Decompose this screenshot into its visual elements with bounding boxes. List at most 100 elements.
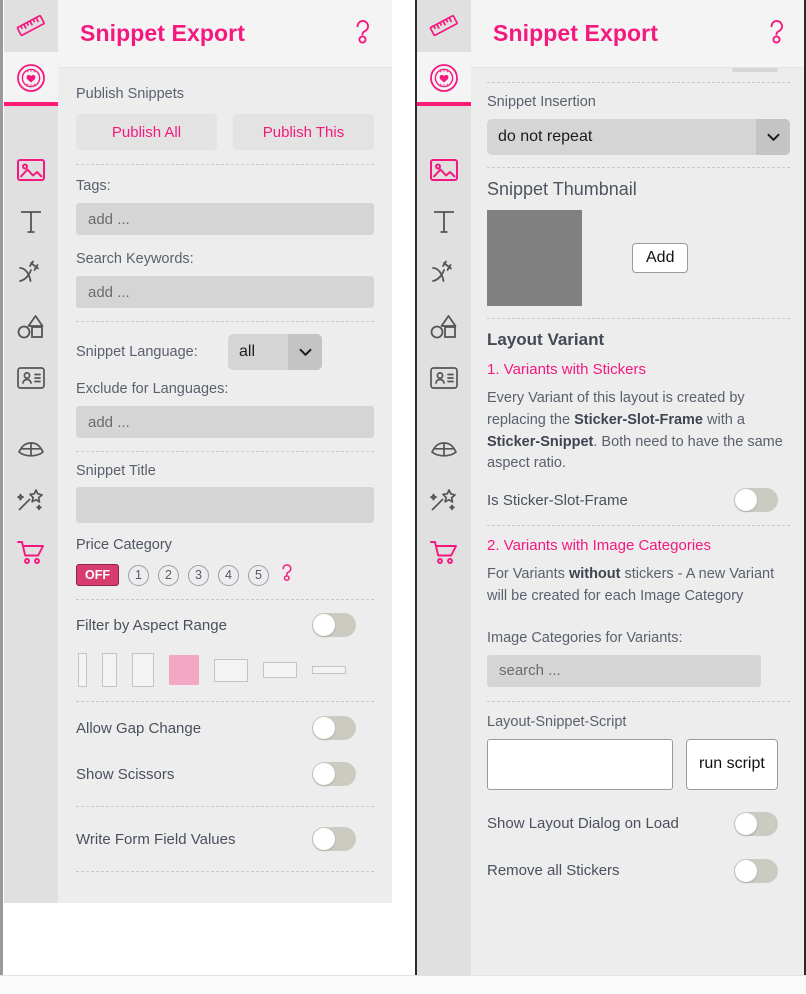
app-window: Snippet Export Publish Snippets Publish …: [0, 0, 806, 994]
tags-input[interactable]: [76, 203, 374, 235]
right-panel-header: Snippet Export: [471, 0, 806, 68]
price-category-2[interactable]: 2: [158, 564, 179, 586]
aspect-shape-picker: [76, 653, 374, 687]
price-category-3[interactable]: 3: [188, 564, 209, 586]
divider: [487, 700, 790, 702]
snippet-language-label: Snippet Language:: [76, 344, 198, 360]
is-sticker-slot-frame-toggle[interactable]: [734, 488, 778, 512]
sidebar-item-ruler-right[interactable]: [417, 0, 471, 52]
show-scissors-label: Show Scissors: [76, 765, 175, 783]
layout-snippet-script-textarea[interactable]: [487, 738, 673, 790]
sidebar-item-cart-right[interactable]: [417, 526, 471, 578]
snippet-insertion-select[interactable]: do not repeat: [487, 119, 790, 155]
sidebar-item-text-right[interactable]: [417, 196, 471, 248]
aspect-shape-2[interactable]: [102, 653, 117, 687]
sidebar-item-text[interactable]: [4, 196, 58, 248]
sidebar-item-ruler[interactable]: [4, 0, 58, 52]
publish-all-button[interactable]: Publish All: [76, 114, 217, 150]
run-script-button[interactable]: run script: [686, 738, 778, 790]
body-part-bold: without: [568, 566, 621, 582]
price-category-label: Price Category: [76, 537, 172, 553]
divider: [76, 806, 374, 807]
sidebar-left: [4, 0, 58, 903]
layout-variant-section1-heading: 1. Variants with Stickers: [487, 361, 646, 378]
thumbnail-preview[interactable]: [487, 210, 582, 306]
layout-variant-section2-heading: 2. Variants with Image Categories: [487, 537, 711, 554]
sidebar-item-contact[interactable]: [4, 352, 58, 404]
sidebar-item-cart[interactable]: [4, 526, 58, 578]
write-form-field-values-toggle[interactable]: [312, 827, 356, 851]
image-categories-search-input[interactable]: [487, 654, 761, 687]
sidebar-item-image[interactable]: [4, 144, 58, 196]
sidebar-item-image-right[interactable]: [417, 144, 471, 196]
snippet-title-input[interactable]: [76, 487, 374, 523]
scroll-indicator[interactable]: [732, 68, 778, 72]
aspect-shape-5[interactable]: [214, 658, 248, 682]
divider: [76, 321, 374, 322]
snippet-insertion-value: do not repeat: [498, 128, 593, 145]
aspect-shape-4[interactable]: [169, 655, 199, 685]
remove-all-stickers-toggle[interactable]: [734, 858, 778, 883]
publish-this-button[interactable]: Publish This: [233, 114, 374, 150]
sidebar-item-perspective[interactable]: [4, 422, 58, 474]
search-keywords-input[interactable]: [76, 276, 374, 308]
snippet-thumbnail-heading: Snippet Thumbnail: [487, 179, 637, 199]
aspect-shape-3[interactable]: [132, 653, 154, 687]
layout-variant-section2-body: For Variants without stickers - A new Va…: [487, 564, 790, 608]
page-title-right: Snippet Export: [493, 20, 658, 46]
divider: [76, 599, 374, 600]
left-panel-header: Snippet Export: [58, 0, 392, 68]
window-bottom-strip: [0, 975, 806, 994]
magic-wand-icon: [15, 485, 47, 515]
shapes-icon: [15, 311, 47, 341]
tags-label: Tags:: [76, 178, 111, 194]
divider: [76, 164, 374, 165]
sidebar-item-contact-right[interactable]: [417, 352, 471, 404]
aspect-shape-6[interactable]: [263, 662, 297, 678]
sidebar-item-magic-right[interactable]: [417, 474, 471, 526]
sidebar-item-favorites-right[interactable]: [417, 52, 471, 106]
price-category-5[interactable]: 5: [248, 564, 269, 586]
text-t-icon: [429, 207, 459, 237]
sidebar-item-favorites[interactable]: [4, 52, 58, 106]
pen-curve-icon: [16, 259, 46, 289]
aspect-shape-7[interactable]: [312, 666, 346, 674]
price-category-help-icon[interactable]: [280, 563, 295, 587]
show-scissors-toggle[interactable]: [312, 762, 356, 786]
snippet-title-label: Snippet Title: [76, 463, 156, 479]
layout-variant-heading: Layout Variant: [487, 330, 605, 349]
divider: [76, 451, 374, 452]
snippet-export-panel-right: Snippet Export Snippet Insertion do not …: [415, 0, 806, 982]
price-category-off-chip[interactable]: OFF: [76, 564, 119, 586]
sidebar-item-shapes-right[interactable]: [417, 300, 471, 352]
filter-aspect-range-label: Filter by Aspect Range: [76, 616, 227, 634]
ruler-icon: [15, 10, 47, 42]
sidebar-item-pen[interactable]: [4, 248, 58, 300]
add-thumbnail-button[interactable]: Add: [632, 243, 689, 273]
help-icon[interactable]: [353, 18, 374, 50]
snippet-language-select[interactable]: all: [228, 334, 322, 370]
filter-aspect-range-toggle[interactable]: [312, 613, 356, 637]
aspect-shape-1[interactable]: [78, 653, 87, 687]
sidebar-item-perspective-right[interactable]: [417, 422, 471, 474]
chevron-down-icon: [288, 334, 322, 370]
allow-gap-change-toggle[interactable]: [312, 716, 356, 740]
body-part: For Variants: [487, 566, 569, 582]
price-category-4[interactable]: 4: [218, 564, 239, 586]
divider: [76, 701, 374, 702]
heart-badge-icon: [427, 61, 461, 95]
sidebar-item-magic[interactable]: [4, 474, 58, 526]
help-icon[interactable]: [767, 18, 788, 50]
layout-snippet-script-label: Layout-Snippet-Script: [487, 713, 627, 730]
sidebar-item-shapes[interactable]: [4, 300, 58, 352]
show-layout-dialog-toggle[interactable]: [734, 811, 778, 836]
contact-card-icon: [15, 365, 47, 391]
right-panel-content: Snippet Export Snippet Insertion do not …: [471, 0, 806, 982]
shopping-cart-icon: [428, 538, 460, 566]
left-panel-content: Snippet Export Publish Snippets Publish …: [58, 0, 392, 903]
exclude-languages-input[interactable]: [76, 406, 374, 438]
price-category-1[interactable]: 1: [128, 564, 149, 586]
sidebar-item-pen-right[interactable]: [417, 248, 471, 300]
